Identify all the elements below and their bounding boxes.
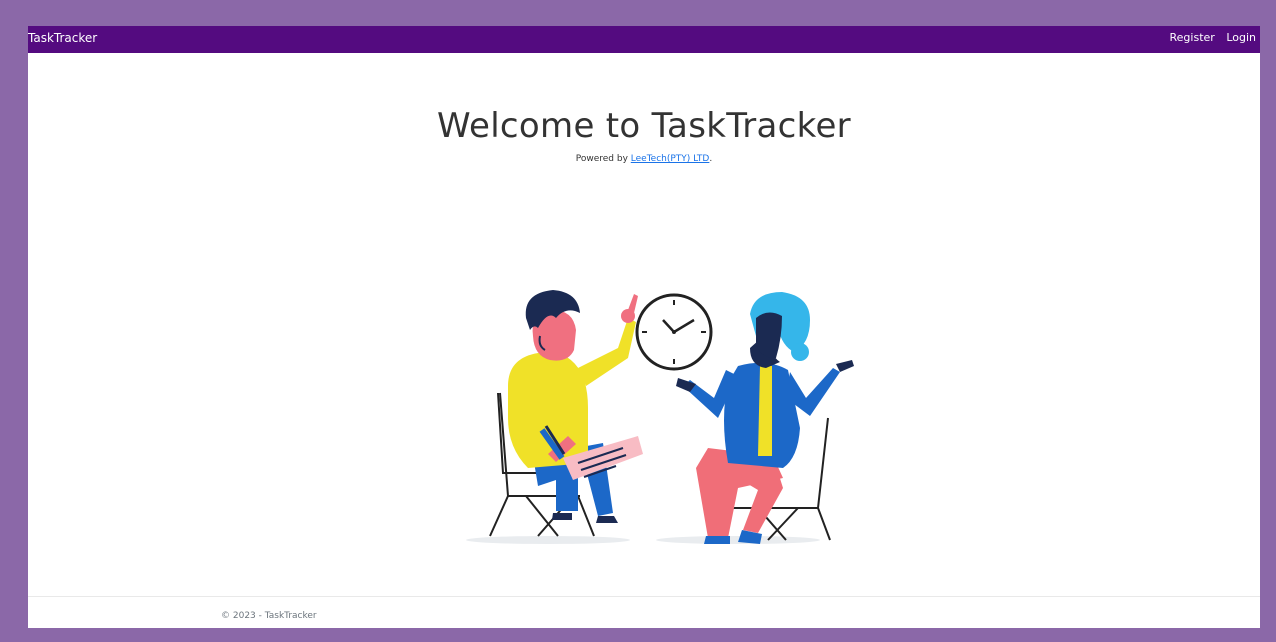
- navbar: TaskTracker Register Login: [28, 26, 1260, 53]
- nav-links: Register Login: [1162, 31, 1256, 44]
- page-title: Welcome to TaskTracker: [437, 106, 851, 146]
- brand-link[interactable]: TaskTracker: [28, 31, 97, 45]
- footer-divider: [28, 596, 1260, 597]
- powered-prefix: Powered by: [575, 154, 631, 164]
- company-link[interactable]: LeeTech(PTY) LTD: [631, 154, 710, 164]
- login-link[interactable]: Login: [1226, 31, 1256, 44]
- app-window: TaskTracker Register Login Welcome to Ta…: [28, 26, 1260, 628]
- register-link[interactable]: Register: [1170, 31, 1215, 44]
- powered-suffix: .: [709, 154, 713, 164]
- powered-by: Powered by LeeTech(PTY) LTD.: [28, 154, 1260, 164]
- clock-icon: [635, 293, 713, 371]
- footer-text: © 2023 - TaskTracker: [221, 611, 317, 621]
- meeting-illustration: [466, 290, 854, 544]
